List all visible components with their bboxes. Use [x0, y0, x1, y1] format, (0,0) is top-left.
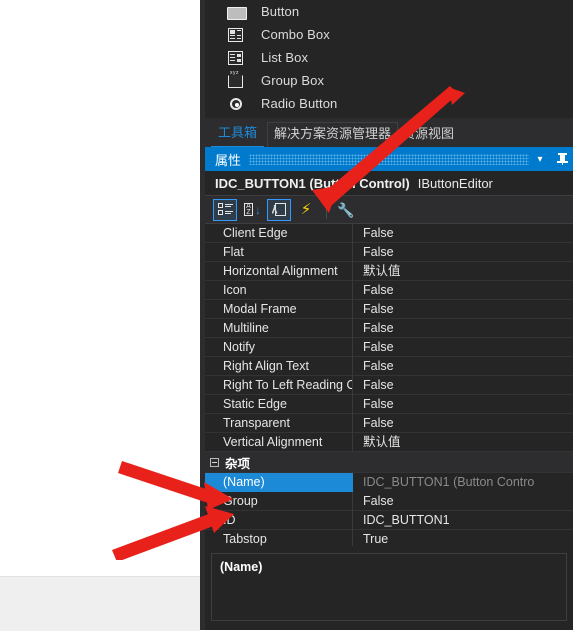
property-value[interactable]: False [353, 357, 573, 376]
settings-button[interactable]: 🔧 [334, 199, 358, 221]
toolbox-item-list-box[interactable]: List Box [205, 46, 573, 69]
toolbox-item-label: Button [261, 4, 300, 19]
properties-title-bar: 属性 ▾ [205, 147, 573, 171]
title-dotted-rule [249, 154, 529, 165]
dock-panel: Button Combo Box List Box xyz Group Box … [205, 0, 573, 630]
property-value[interactable]: False [353, 414, 573, 433]
toolbox-item-label: Group Box [261, 73, 325, 88]
property-value[interactable]: False [353, 338, 573, 357]
combo-box-icon [225, 27, 247, 43]
tab-solution-explorer[interactable]: 解决方案资源管理器 [267, 122, 399, 147]
table-row[interactable]: ID IDC_BUTTON1 [205, 510, 573, 530]
property-value[interactable]: IDC_BUTTON1 [353, 511, 573, 530]
toolbox-item-button[interactable]: Button [205, 0, 573, 23]
alphabetical-sort-button[interactable]: A Z ↓ [240, 199, 264, 221]
property-key: Tabstop [205, 529, 353, 546]
editor-bottom-strip [0, 576, 200, 631]
table-row[interactable]: Static Edge False [205, 394, 573, 414]
property-value[interactable]: False [353, 224, 573, 243]
property-pages-icon [271, 202, 287, 217]
property-value[interactable]: True [353, 530, 573, 547]
property-key: Flat [205, 242, 353, 262]
property-key: Notify [205, 337, 353, 357]
editor-pane[interactable] [0, 0, 200, 631]
list-box-icon [225, 50, 247, 66]
property-key: Vertical Alignment [205, 432, 353, 452]
table-row[interactable]: Right Align Text False [205, 356, 573, 376]
toolbox-item-label: Radio Button [261, 96, 338, 111]
panel-tab-strip[interactable]: 工具箱 解决方案资源管理器 资源视图 [205, 118, 573, 147]
property-value[interactable]: 默认值 [353, 262, 573, 281]
property-value[interactable]: False [353, 281, 573, 300]
table-row[interactable]: Vertical Alignment 默认值 [205, 432, 573, 452]
properties-toolbar[interactable]: A Z ↓ ⚡ 🔧 [205, 196, 573, 224]
property-key: Client Edge [205, 224, 353, 243]
table-row[interactable]: (Name) IDC_BUTTON1 (Button Contro [205, 472, 573, 492]
toolbox-item-radio-button[interactable]: Radio Button [205, 92, 573, 115]
table-row[interactable]: Horizontal Alignment 默认值 [205, 261, 573, 281]
chevron-down-icon[interactable]: ▾ [529, 147, 551, 171]
table-row[interactable]: Transparent False [205, 413, 573, 433]
screen: Button Combo Box List Box xyz Group Box … [0, 0, 573, 631]
page-title: 属性 [215, 152, 242, 168]
property-key: Icon [205, 280, 353, 300]
wrench-icon: 🔧 [337, 201, 355, 218]
property-key: Right Align Text [205, 356, 353, 376]
property-description-title: (Name) [220, 560, 263, 574]
selected-object-line[interactable]: IDC_BUTTON1 (Button Control) IButtonEdit… [205, 171, 573, 196]
table-row[interactable]: Multiline False [205, 318, 573, 338]
property-key: Right To Left Reading Order [205, 375, 353, 395]
sort-az-icon: A Z ↓ [244, 202, 261, 217]
property-key: Static Edge [205, 394, 353, 414]
property-key: (Name) [205, 472, 353, 492]
table-row[interactable]: Group False [205, 491, 573, 511]
table-row[interactable]: Flat False [205, 242, 573, 262]
table-row[interactable]: Notify False [205, 337, 573, 357]
property-value[interactable]: False [353, 492, 573, 511]
property-key: Modal Frame [205, 299, 353, 319]
property-value[interactable]: False [353, 300, 573, 319]
button-icon [225, 4, 247, 20]
property-value[interactable]: False [353, 319, 573, 338]
property-key: Horizontal Alignment [205, 261, 353, 281]
property-category-label: 杂项 [225, 456, 251, 471]
toolbox-item-combo-box[interactable]: Combo Box [205, 23, 573, 46]
property-key: Multiline [205, 318, 353, 338]
table-row[interactable]: Client Edge False [205, 224, 573, 243]
radio-button-icon [225, 96, 247, 112]
pin-icon[interactable] [551, 147, 573, 171]
property-description-pane: (Name) [205, 546, 573, 630]
property-pages-button[interactable] [267, 198, 291, 221]
categorized-view-button[interactable] [213, 198, 237, 221]
toolbar-separator [326, 200, 327, 219]
property-key: ID [205, 510, 353, 530]
toolbox-list[interactable]: Button Combo Box List Box xyz Group Box … [205, 0, 573, 118]
group-box-icon: xyz [225, 70, 247, 89]
property-grid[interactable]: Client Edge False Flat False Horizontal … [205, 224, 573, 546]
property-category-header[interactable]: 杂项 [205, 452, 573, 473]
selected-object-editor: IButtonEditor [417, 175, 493, 191]
property-value[interactable]: False [353, 395, 573, 414]
property-key: Transparent [205, 413, 353, 433]
selected-object-name: IDC_BUTTON1 (Button Control) [215, 175, 410, 191]
events-button[interactable]: ⚡ [294, 199, 318, 221]
lightning-bolt-icon: ⚡ [300, 201, 312, 218]
property-key: Group [205, 491, 353, 511]
collapse-icon[interactable] [210, 457, 219, 467]
property-value[interactable]: IDC_BUTTON1 (Button Contro [353, 472, 573, 492]
table-row[interactable]: Tabstop True [205, 529, 573, 547]
toolbox-item-group-box[interactable]: xyz Group Box [205, 69, 573, 92]
table-row[interactable]: Icon False [205, 280, 573, 300]
toolbox-item-label: List Box [261, 50, 309, 65]
categorized-icon [217, 203, 233, 216]
tab-toolbox[interactable]: 工具箱 [211, 121, 265, 147]
tab-resource-view[interactable]: 资源视图 [398, 122, 461, 147]
table-row[interactable]: Right To Left Reading Order False [205, 375, 573, 395]
table-row[interactable]: Modal Frame False [205, 299, 573, 319]
property-value[interactable]: False [353, 376, 573, 395]
toolbox-item-label: Combo Box [261, 27, 330, 42]
property-value[interactable]: 默认值 [353, 433, 573, 452]
property-value[interactable]: False [353, 243, 573, 262]
